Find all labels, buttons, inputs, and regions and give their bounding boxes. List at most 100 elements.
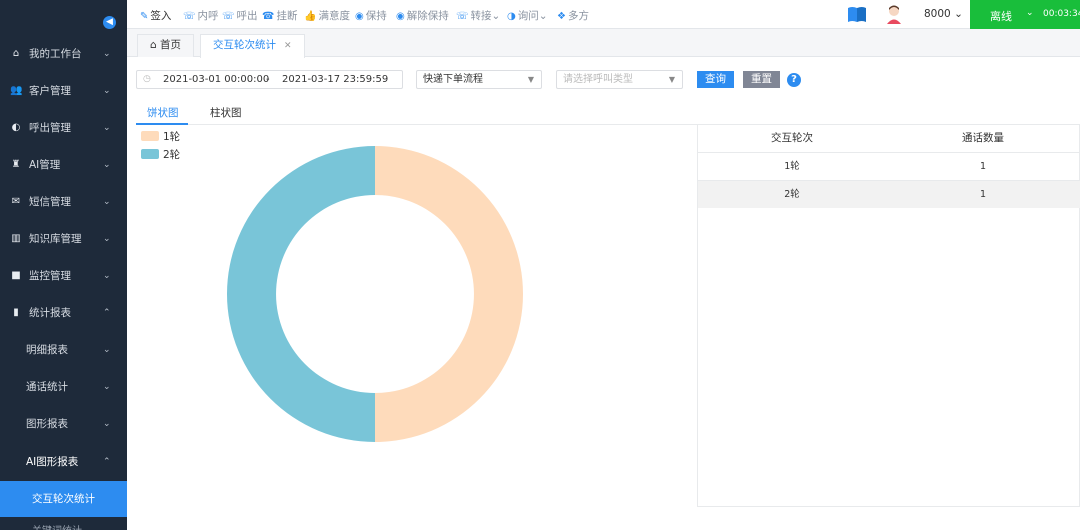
- table-header-rounds: 交互轮次: [771, 132, 813, 144]
- sidebar-subitem-1[interactable]: 通话统计 ⌄: [0, 368, 127, 405]
- sidebar-item-4[interactable]: ✉ 短信管理 ⌄: [0, 183, 127, 220]
- chevron-down-icon: ⌄: [954, 8, 963, 20]
- sidebar-item-5[interactable]: ▥ 知识库管理 ⌄: [0, 220, 127, 257]
- toolbar-button-5[interactable]: ◉ 保持: [355, 8, 387, 23]
- status-label: 离线: [990, 10, 1012, 23]
- toolbar-label: 询问: [517, 10, 539, 22]
- users-icon: 👥: [10, 85, 23, 96]
- process-select[interactable]: 快递下单流程 ▼: [416, 70, 542, 89]
- toolbar-label: 转接: [470, 10, 492, 22]
- pie-slice-2轮[interactable]: [227, 146, 375, 442]
- envelope-icon: ✉: [11, 196, 21, 207]
- call-type-placeholder: 请选择呼叫类型: [563, 74, 633, 85]
- date-range-picker[interactable]: ◷ 2021-03-01 00:00:00 - 2021-03-17 23:59…: [136, 70, 403, 89]
- sidebar-item-partial[interactable]: 关键词统计: [32, 522, 82, 530]
- pie-slice-1轮[interactable]: [375, 146, 523, 442]
- toolbar-button-9[interactable]: ❖ 多方: [557, 8, 589, 23]
- tab-pie-chart[interactable]: 饼状图: [147, 105, 179, 120]
- sidebar-item-label: 短信管理: [29, 196, 71, 208]
- clock-icon: ◷: [143, 74, 151, 84]
- agent-status-button[interactable]: 离线 ⌄ 00:03:34: [970, 0, 1080, 29]
- sidebar-item-1[interactable]: 👥 客户管理 ⌄: [0, 72, 127, 109]
- chevron-down-icon: ⌄: [103, 196, 111, 207]
- toolbar-label: 保持: [365, 10, 387, 22]
- toolbar-button-3[interactable]: ☎ 挂断: [262, 8, 297, 23]
- sidebar-item-label: 客户管理: [29, 85, 71, 97]
- home-icon: ⌂: [150, 39, 157, 51]
- chevron-down-icon: ⌄: [491, 10, 501, 22]
- toolbar-icon: ◉: [396, 11, 405, 22]
- bar-chart-icon: ▮: [13, 307, 19, 318]
- toolbar-button-8[interactable]: ◑ 询问⌄: [507, 8, 548, 23]
- process-select-value: 快递下单流程: [423, 74, 483, 85]
- chevron-down-icon: ⌄: [538, 10, 548, 22]
- toolbar-button-7[interactable]: ☏ 转接⌄: [456, 8, 500, 23]
- tab-bar-chart[interactable]: 柱状图: [210, 105, 242, 120]
- query-button[interactable]: 查询: [697, 71, 734, 88]
- toolbar-icon: ❖: [557, 11, 566, 22]
- agent-avatar[interactable]: [885, 4, 903, 24]
- collapse-sidebar-icon[interactable]: ◀: [103, 16, 116, 29]
- sidebar-item-label: 我的工作台: [29, 48, 82, 60]
- toolbar-icon: ✎: [140, 11, 149, 22]
- extension-number: 8000: [924, 8, 951, 20]
- video-icon: ■: [11, 270, 21, 281]
- sidebar-item-label: 呼出管理: [29, 122, 71, 134]
- sidebar-item-2[interactable]: ◐ 呼出管理 ⌄: [0, 109, 127, 146]
- knowledge-book-icon[interactable]: [847, 5, 867, 23]
- chevron-down-icon: ⌄: [103, 48, 111, 59]
- toolbar-icon: ☏: [456, 11, 469, 22]
- reset-button[interactable]: 重置: [743, 71, 780, 88]
- sidebar-item-label: 统计报表: [29, 307, 71, 319]
- sidebar-subitem-label: 图形报表: [26, 418, 68, 430]
- chevron-down-icon: ⌄: [103, 418, 111, 429]
- extension-select[interactable]: 8000 ⌄: [924, 8, 963, 20]
- chevron-down-icon: ⌄: [103, 344, 111, 355]
- toolbar-button-0[interactable]: ✎ 签入: [140, 8, 171, 23]
- call-type-select[interactable]: 请选择呼叫类型 ▼: [556, 70, 683, 89]
- sidebar-subitem-3[interactable]: AI图形报表 ⌃: [0, 443, 127, 480]
- close-icon[interactable]: ✕: [284, 41, 292, 51]
- help-icon[interactable]: ?: [787, 73, 801, 87]
- toolbar-icon: ☏: [222, 11, 235, 22]
- toolbar-button-2[interactable]: ☏ 呼出: [222, 8, 258, 23]
- toolbar-label: 挂断: [276, 10, 298, 22]
- robot-icon: ♜: [11, 159, 21, 170]
- tab-home-label: 首页: [160, 39, 182, 51]
- sidebar-subitem-label: 通话统计: [26, 381, 68, 393]
- tab-home[interactable]: ⌂ 首页: [137, 34, 195, 57]
- sidebar-subitem-2[interactable]: 图形报表 ⌄: [0, 405, 127, 442]
- table-row: 2轮 1: [698, 180, 1080, 208]
- sidebar-item-6[interactable]: ■ 监控管理 ⌄: [0, 257, 127, 294]
- toolbar-icon: ◑: [507, 11, 516, 22]
- sidebar-item-label: AI管理: [29, 159, 61, 171]
- toolbar-button-6[interactable]: ◉ 解除保持: [396, 8, 449, 23]
- page-tabs: ⌂ 首页 交互轮次统计 ✕: [127, 29, 1080, 58]
- status-timer: 00:03:34: [1043, 9, 1080, 19]
- chevron-down-icon: ▼: [668, 75, 675, 84]
- toolbar-label: 多方: [567, 10, 589, 22]
- tab-interaction-rounds[interactable]: 交互轮次统计 ✕: [200, 34, 305, 58]
- toolbar-button-1[interactable]: ☏ 内呼: [183, 8, 219, 23]
- sidebar-item-3[interactable]: ♜ AI管理 ⌄: [0, 146, 127, 183]
- toolbar-button-4[interactable]: 👍 满意度: [304, 8, 350, 23]
- home-icon: ⌂: [12, 48, 20, 59]
- table-cell: 1轮: [784, 161, 800, 172]
- top-toolbar: ✎ 签入 ☏ 内呼 ☏ 呼出 ☎ 挂断 👍 满意度 ◉ 保持 ◉ 解除保持 ☏ 转接⌄ ◑ 询问⌄ ❖ 多方 8000…: [127, 0, 1080, 29]
- date-start: 2021-03-01 00:00:00: [163, 74, 270, 85]
- toolbar-icon: 👍: [304, 11, 317, 22]
- table-row: 1轮 1: [698, 152, 1080, 180]
- toolbar-label: 签入: [150, 10, 172, 22]
- sidebar-subitem-0[interactable]: 明细报表 ⌄: [0, 331, 127, 368]
- sidebar-item-label: 知识库管理: [29, 233, 82, 245]
- sidebar-item-interaction-rounds[interactable]: 交互轮次统计: [0, 481, 127, 517]
- chevron-down-icon: ⌄: [103, 85, 111, 96]
- tab-label: 交互轮次统计: [213, 39, 276, 51]
- chevron-down-icon: ⌄: [103, 270, 111, 281]
- sidebar-item-7[interactable]: ▮ 统计报表 ⌃: [0, 294, 127, 331]
- sidebar-item-0[interactable]: ⌂ 我的工作台 ⌄: [0, 35, 127, 72]
- toolbar-label: 呼出: [236, 10, 258, 22]
- headset-icon: ◐: [11, 122, 21, 133]
- stats-table: 交互轮次 通话数量 1轮 1 2轮 1: [697, 125, 1080, 507]
- table-header-call-count: 通话数量: [962, 132, 1004, 144]
